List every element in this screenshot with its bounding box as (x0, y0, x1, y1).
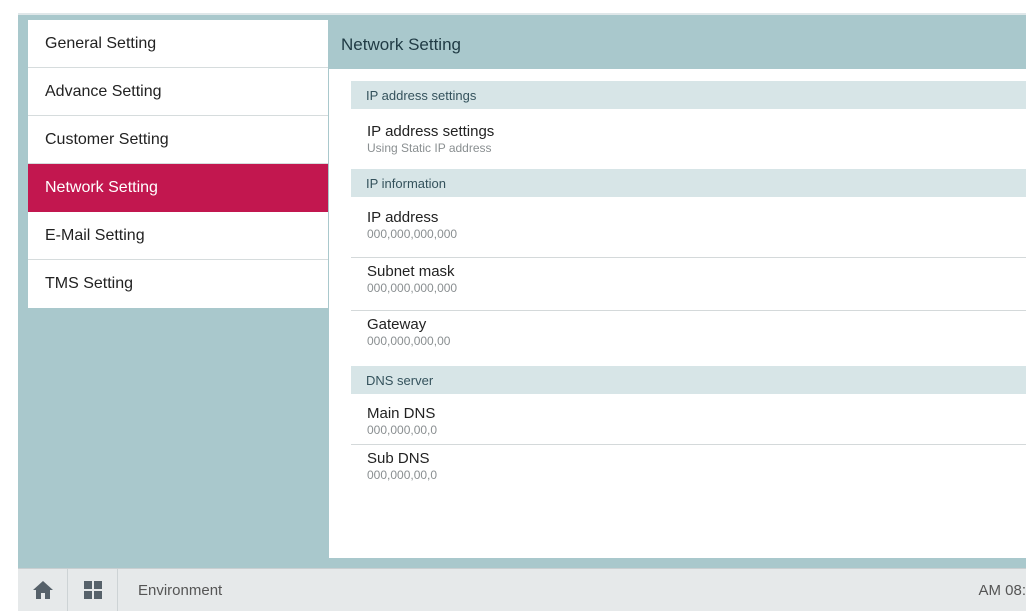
network-setting-panel: Network Setting IP address settings IP a… (329, 20, 1026, 558)
clock-time: AM 08: (978, 581, 1026, 599)
sidebar-item-label: General Setting (45, 34, 157, 52)
page-title: Network Setting (329, 20, 1026, 69)
item-value: 000,000,000,000 (367, 227, 458, 241)
ip-address-settings-item[interactable]: IP address settings Using Static IP addr… (351, 109, 1026, 169)
item-value: 000,000,000,000 (367, 281, 458, 295)
item-value: 000,000,00,0 (367, 423, 438, 437)
settings-sidebar: General Setting Advance Setting Customer… (28, 20, 328, 308)
subnet-mask-item[interactable]: Subnet mask 000,000,000,000 (351, 258, 1026, 311)
item-value: 000,000,000,00 (367, 334, 451, 348)
section-header-dns-server: DNS server (351, 366, 1026, 394)
settings-list: IP address settings IP address settings … (329, 69, 1026, 498)
item-title: IP address settings (367, 123, 495, 140)
sidebar-item-email-setting[interactable]: E-Mail Setting (28, 212, 328, 260)
section-header-ip-address-settings: IP address settings (351, 81, 1026, 109)
sidebar-item-tms-setting[interactable]: TMS Setting (28, 260, 328, 308)
item-value: Using Static IP address (367, 141, 492, 155)
apps-button[interactable] (68, 569, 118, 611)
item-title: Sub DNS (367, 450, 430, 467)
sidebar-item-label: Customer Setting (45, 130, 169, 148)
sidebar-item-label: Advance Setting (45, 82, 162, 100)
home-icon (32, 581, 53, 599)
sub-dns-item[interactable]: Sub DNS 000,000,00,0 (351, 445, 1026, 498)
bottom-navigation-bar: Environment AM 08: (18, 568, 1026, 611)
main-dns-item[interactable]: Main DNS 000,000,00,0 (351, 394, 1026, 445)
sidebar-item-label: E-Mail Setting (45, 226, 145, 244)
item-title: Subnet mask (367, 263, 455, 280)
sidebar-item-label: TMS Setting (45, 275, 134, 292)
gateway-item[interactable]: Gateway 000,000,000,00 (351, 311, 1026, 366)
home-button[interactable] (18, 569, 68, 611)
screen-title: Environment (138, 581, 223, 599)
section-header-ip-information: IP information (351, 169, 1026, 197)
item-value: 000,000,00,0 (367, 468, 438, 482)
sidebar-item-advance-setting[interactable]: Advance Setting (28, 68, 328, 116)
ip-address-item[interactable]: IP address 000,000,000,000 (351, 197, 1026, 258)
sidebar-item-customer-setting[interactable]: Customer Setting (28, 116, 328, 164)
sidebar-item-label: Network Setting (45, 178, 158, 196)
sidebar-item-network-setting[interactable]: Network Setting (28, 164, 328, 212)
item-title: Main DNS (367, 405, 436, 422)
sidebar-item-general-setting[interactable]: General Setting (28, 20, 328, 68)
grid-icon (83, 581, 102, 599)
app-screen: General Setting Advance Setting Customer… (18, 13, 1026, 611)
item-title: Gateway (367, 316, 427, 333)
item-title: IP address (367, 209, 439, 226)
